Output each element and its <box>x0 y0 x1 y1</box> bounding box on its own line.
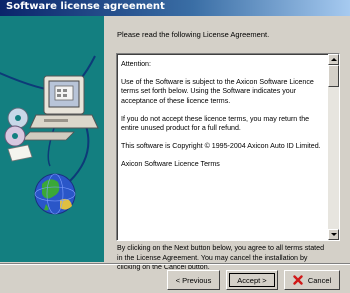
license-paragraph: If you do not accept these licence terms… <box>121 114 310 133</box>
scroll-down-button[interactable] <box>328 229 339 240</box>
license-paragraph: Use of the Software is subject to the Ax… <box>121 78 314 105</box>
instruction-text: Please read the following License Agreem… <box>117 30 270 39</box>
accept-button[interactable]: Accept > <box>226 270 278 290</box>
red-x-icon <box>293 275 303 285</box>
cancel-button-label: Cancel <box>307 275 332 285</box>
license-text[interactable]: Attention: Use of the Software is subjec… <box>121 60 326 236</box>
license-paragraph: This software is Copyright © 1995-2004 A… <box>121 142 321 151</box>
notice-line: By clicking on the Next button below, yo… <box>117 244 325 252</box>
button-divider <box>0 263 350 265</box>
wizard-illustration <box>0 16 104 262</box>
cancel-button[interactable]: Cancel <box>284 270 340 290</box>
computer-cd-globe-illustration <box>0 55 99 215</box>
license-paragraph: Axicon Software Licence Terms <box>121 160 220 169</box>
notice-line: in the License Agreement. You may cancel… <box>117 253 308 262</box>
license-paragraph: Attention: <box>121 60 151 68</box>
arrow-up-icon <box>331 58 337 61</box>
license-scrollbar[interactable] <box>328 54 339 240</box>
setup-dialog: Software license agreement Please read t… <box>0 0 350 293</box>
previous-button-label: < Previous <box>175 275 212 285</box>
license-text-box[interactable]: Attention: Use of the Software is subjec… <box>116 53 340 241</box>
scroll-thumb[interactable] <box>328 65 339 87</box>
arrow-down-icon <box>331 233 337 236</box>
previous-button[interactable]: < Previous <box>167 270 220 290</box>
scroll-up-button[interactable] <box>328 54 339 65</box>
window-title: Software license agreement <box>6 1 165 12</box>
title-bar[interactable]: Software license agreement <box>0 0 350 16</box>
accept-button-label: Accept > <box>237 275 267 285</box>
agreement-notice: By clicking on the Next button below, yo… <box>117 244 350 273</box>
